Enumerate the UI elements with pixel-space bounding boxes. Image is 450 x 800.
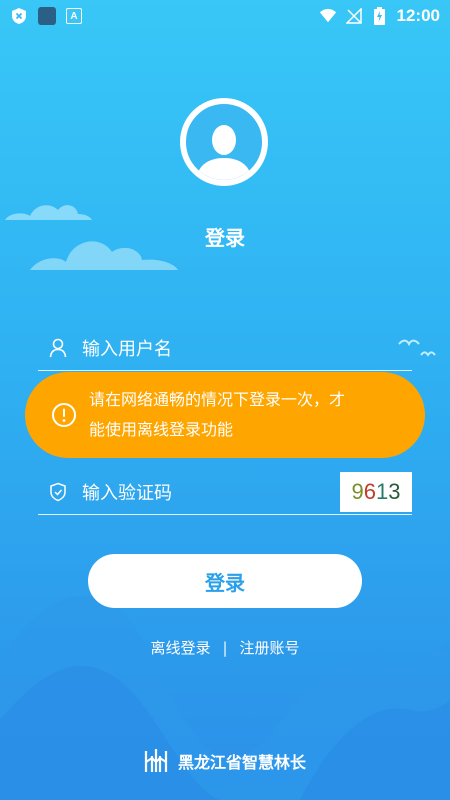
no-signal-icon xyxy=(345,7,363,25)
link-separator: | xyxy=(222,638,228,657)
warning-icon xyxy=(52,403,76,427)
toast-message: 请在网络通畅的情况下登录一次，才 能使用离线登录功能 xyxy=(89,385,345,445)
page-title: 登录 xyxy=(205,226,245,250)
app-square-icon xyxy=(38,7,56,25)
battery-charging-icon xyxy=(371,7,389,25)
username-placeholder: 输入用户名 xyxy=(82,338,172,360)
captcha-placeholder: 输入验证码 xyxy=(82,482,172,504)
offline-login-toast: 请在网络通畅的情况下登录一次，才 能使用离线登录功能 xyxy=(25,372,425,458)
captcha-digit: 3 xyxy=(388,479,401,504)
captcha-digit: 1 xyxy=(376,479,389,504)
avatar xyxy=(180,98,268,186)
captcha-image[interactable]: 9613 xyxy=(340,472,412,512)
user-icon xyxy=(48,338,68,358)
shield-x-icon xyxy=(10,7,28,25)
captcha-digit: 6 xyxy=(363,479,376,504)
footer: 黑龙江省智慧林长 xyxy=(0,748,450,774)
offline-login-link[interactable]: 离线登录 xyxy=(150,637,210,658)
status-bar: A 12:00 xyxy=(0,0,450,32)
captcha-digit: 9 xyxy=(351,479,364,504)
user-silhouette-icon xyxy=(196,125,252,180)
bird-icon xyxy=(420,351,436,357)
org-name: 黑龙江省智慧林长 xyxy=(177,753,306,772)
toast-line: 请在网络通畅的情况下登录一次，才 xyxy=(89,390,346,409)
toast-line: 能使用离线登录功能 xyxy=(89,420,234,439)
username-field[interactable]: 输入用户名 xyxy=(38,325,412,371)
a-badge-icon: A xyxy=(66,8,82,24)
auth-links: 离线登录 | 注册账号 xyxy=(0,637,450,658)
shield-check-icon xyxy=(48,482,68,502)
wifi-icon xyxy=(319,7,337,25)
register-link[interactable]: 注册账号 xyxy=(240,637,300,658)
status-time: 12:00 xyxy=(396,6,440,25)
forest-chief-logo-icon xyxy=(144,749,168,772)
captcha-field[interactable]: 输入验证码 9613 xyxy=(38,469,412,515)
login-button[interactable]: 登录 xyxy=(88,554,362,608)
